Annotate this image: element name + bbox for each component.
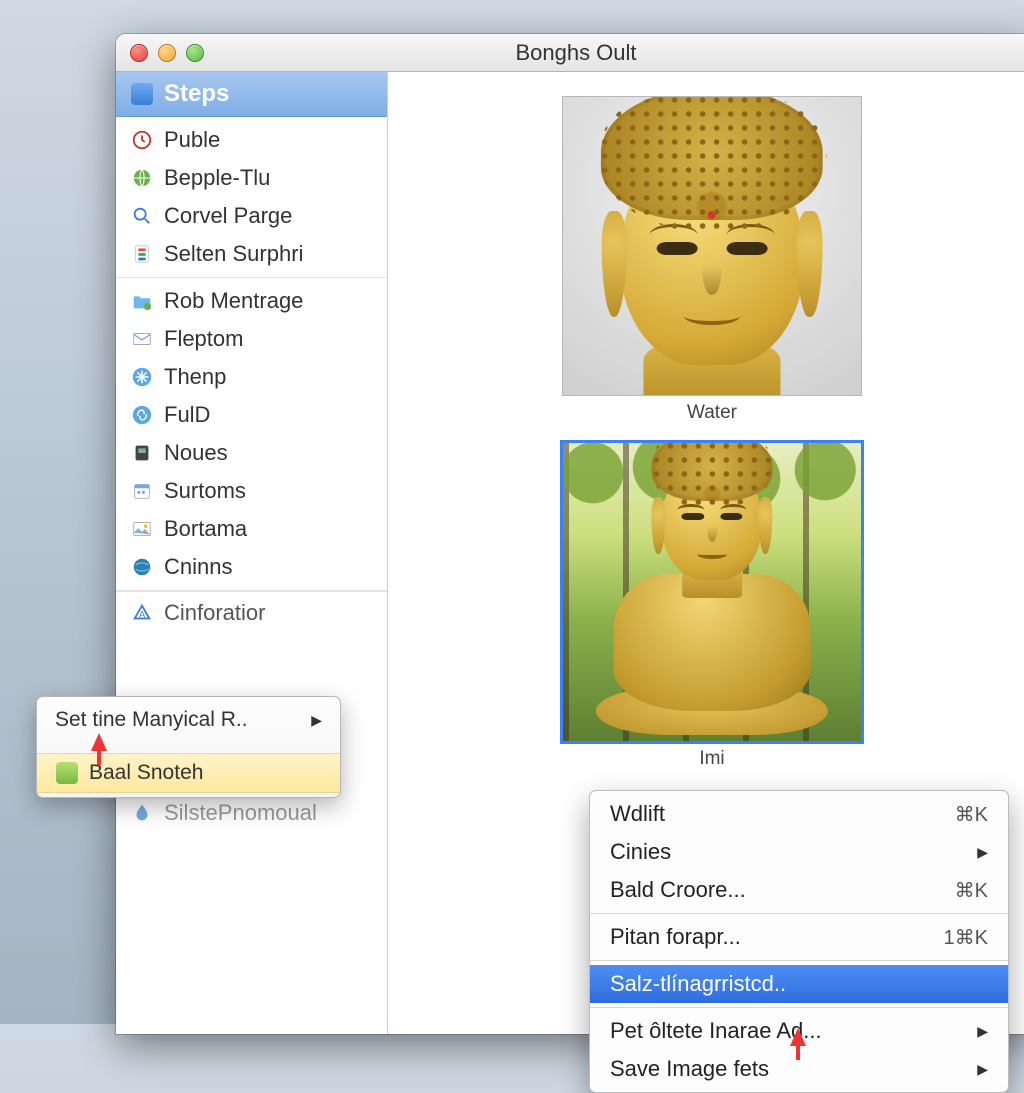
sidebar-item-surtoms[interactable]: Surtoms xyxy=(116,472,387,510)
clock-icon xyxy=(130,128,154,152)
window-title: Bonghs Oult xyxy=(116,40,1024,66)
sidebar-item-rob[interactable]: Rob Mentrage xyxy=(116,282,387,320)
titlebar[interactable]: Bonghs Oult xyxy=(116,34,1024,72)
menu-item-label: Salz-tlínagrristcd.. xyxy=(610,971,786,997)
menu-pitan[interactable]: Pitan forapr... 1⌘K xyxy=(590,918,1008,956)
menu-save-image[interactable]: Save Image fets ▶ xyxy=(590,1050,1008,1088)
sidebar: Steps Puble Bepple-Tlu xyxy=(116,72,388,1034)
chevron-right-icon: ▶ xyxy=(977,844,988,861)
sidebar-group-2: Rob Mentrage Fleptom Thenp xyxy=(116,278,387,591)
menu-item-label: Wdlift xyxy=(610,801,665,827)
device-icon xyxy=(130,441,154,465)
sidebar-item-label: Thenp xyxy=(164,364,226,390)
triangle-icon: A xyxy=(130,601,154,625)
close-button[interactable] xyxy=(130,44,148,62)
menu-shortcut: ⌘K xyxy=(955,802,988,827)
globe2-icon xyxy=(130,555,154,579)
menu-separator xyxy=(590,1007,1008,1008)
sidebar-item-label: Fleptom xyxy=(164,326,243,352)
folder-icon xyxy=(130,289,154,313)
chevron-right-icon: ▶ xyxy=(977,1023,988,1040)
sidebar-item-label: Puble xyxy=(164,127,220,153)
sidebar-item-cinforatior[interactable]: A Cinforatior xyxy=(116,591,387,632)
menu-shortcut: 1⌘K xyxy=(944,925,988,950)
sidebar-item-selten[interactable]: Selten Surphri xyxy=(116,235,387,273)
steps-icon xyxy=(130,82,154,106)
thumbnail-image xyxy=(562,96,862,396)
globe-icon xyxy=(130,166,154,190)
sidebar-item-silste[interactable]: SilstePnomoual xyxy=(116,794,387,832)
calendar-icon xyxy=(130,479,154,503)
picture-icon xyxy=(130,517,154,541)
context-menu: Wdlift ⌘K Cinies ▶ Bald Croore... ⌘K Pit… xyxy=(589,790,1009,1093)
menu-pet[interactable]: Pet ôltete Inarae Ad... ▶ xyxy=(590,1012,1008,1050)
menu-salz[interactable]: Salz-tlínagrristcd.. xyxy=(590,965,1008,1003)
submenu-set-tine[interactable]: Set tine Manyical R.. ▶ xyxy=(37,701,340,739)
menu-item-label: Cinies xyxy=(610,839,671,865)
thumbnail-caption: Imi xyxy=(699,748,724,770)
sidebar-item-bepple[interactable]: Bepple-Tlu xyxy=(116,159,387,197)
thumbnail-caption: Water xyxy=(687,402,737,424)
mail-icon xyxy=(130,327,154,351)
menu-item-label: Save Image fets xyxy=(610,1056,769,1082)
menu-bald-croore[interactable]: Bald Croore... ⌘K xyxy=(590,871,1008,909)
search-icon xyxy=(130,204,154,228)
menu-separator xyxy=(590,960,1008,961)
sidebar-item-label: Surtoms xyxy=(164,478,246,504)
menu-item-label: Pitan forapr... xyxy=(610,924,741,950)
menu-item-label: Set tine Manyical R.. xyxy=(55,708,248,732)
sidebar-item-label: Cninns xyxy=(164,554,232,580)
sidebar-header[interactable]: Steps xyxy=(116,72,387,117)
minimize-button[interactable] xyxy=(158,44,176,62)
sidebar-item-label: Bepple-Tlu xyxy=(164,165,270,191)
menu-item-label: Baal Snoteh xyxy=(89,761,203,785)
sidebar-item-label: Bortama xyxy=(164,516,247,542)
zoom-button[interactable] xyxy=(186,44,204,62)
menu-cinies[interactable]: Cinies ▶ xyxy=(590,833,1008,871)
note-icon xyxy=(55,761,79,785)
sidebar-item-label: SilstePnomoual xyxy=(164,800,317,826)
sidebar-item-label: Rob Mentrage xyxy=(164,288,303,314)
sidebar-item-fleptom[interactable]: Fleptom xyxy=(116,320,387,358)
menu-wdlift[interactable]: Wdlift ⌘K xyxy=(590,795,1008,833)
sidebar-submenu: Set tine Manyical R.. ▶ Baal Snoteh xyxy=(36,696,341,798)
thumbnail-water[interactable]: Water xyxy=(562,96,862,424)
link-icon xyxy=(130,403,154,427)
sidebar-item-fuld[interactable]: FulD xyxy=(116,396,387,434)
sidebar-item-bortama[interactable]: Bortama xyxy=(116,510,387,548)
drop-icon xyxy=(130,801,154,825)
sidebar-item-cninns[interactable]: Cninns xyxy=(116,548,387,586)
sidebar-item-noues[interactable]: Noues xyxy=(116,434,387,472)
submenu-baal-snoteh[interactable]: Baal Snoteh xyxy=(37,753,340,793)
sidebar-item-label: Cinforatior xyxy=(164,600,265,626)
sidebar-item-label: Selten Surphri xyxy=(164,241,303,267)
sidebar-item-label: Corvel Parge xyxy=(164,203,292,229)
menu-item-label: Pet ôltete Inarae Ad... xyxy=(610,1018,822,1044)
sidebar-item-label: FulD xyxy=(164,402,210,428)
thumbnail-imi[interactable]: Imi xyxy=(562,442,862,770)
asterisk-icon xyxy=(130,365,154,389)
chevron-right-icon: ▶ xyxy=(977,1061,988,1078)
sidebar-item-label: Noues xyxy=(164,440,228,466)
menu-item-label: Bald Croore... xyxy=(610,877,746,903)
menu-separator xyxy=(590,913,1008,914)
thumbnail-image xyxy=(562,442,862,742)
badge-icon xyxy=(130,242,154,266)
chevron-right-icon: ▶ xyxy=(311,712,322,729)
sidebar-item-puble[interactable]: Puble xyxy=(116,121,387,159)
menu-shortcut: ⌘K xyxy=(955,878,988,903)
sidebar-group-1: Puble Bepple-Tlu Corvel Parge xyxy=(116,117,387,278)
svg-text:A: A xyxy=(139,610,146,620)
sidebar-item-corvel[interactable]: Corvel Parge xyxy=(116,197,387,235)
sidebar-item-thenp[interactable]: Thenp xyxy=(116,358,387,396)
sidebar-header-label: Steps xyxy=(164,80,229,108)
